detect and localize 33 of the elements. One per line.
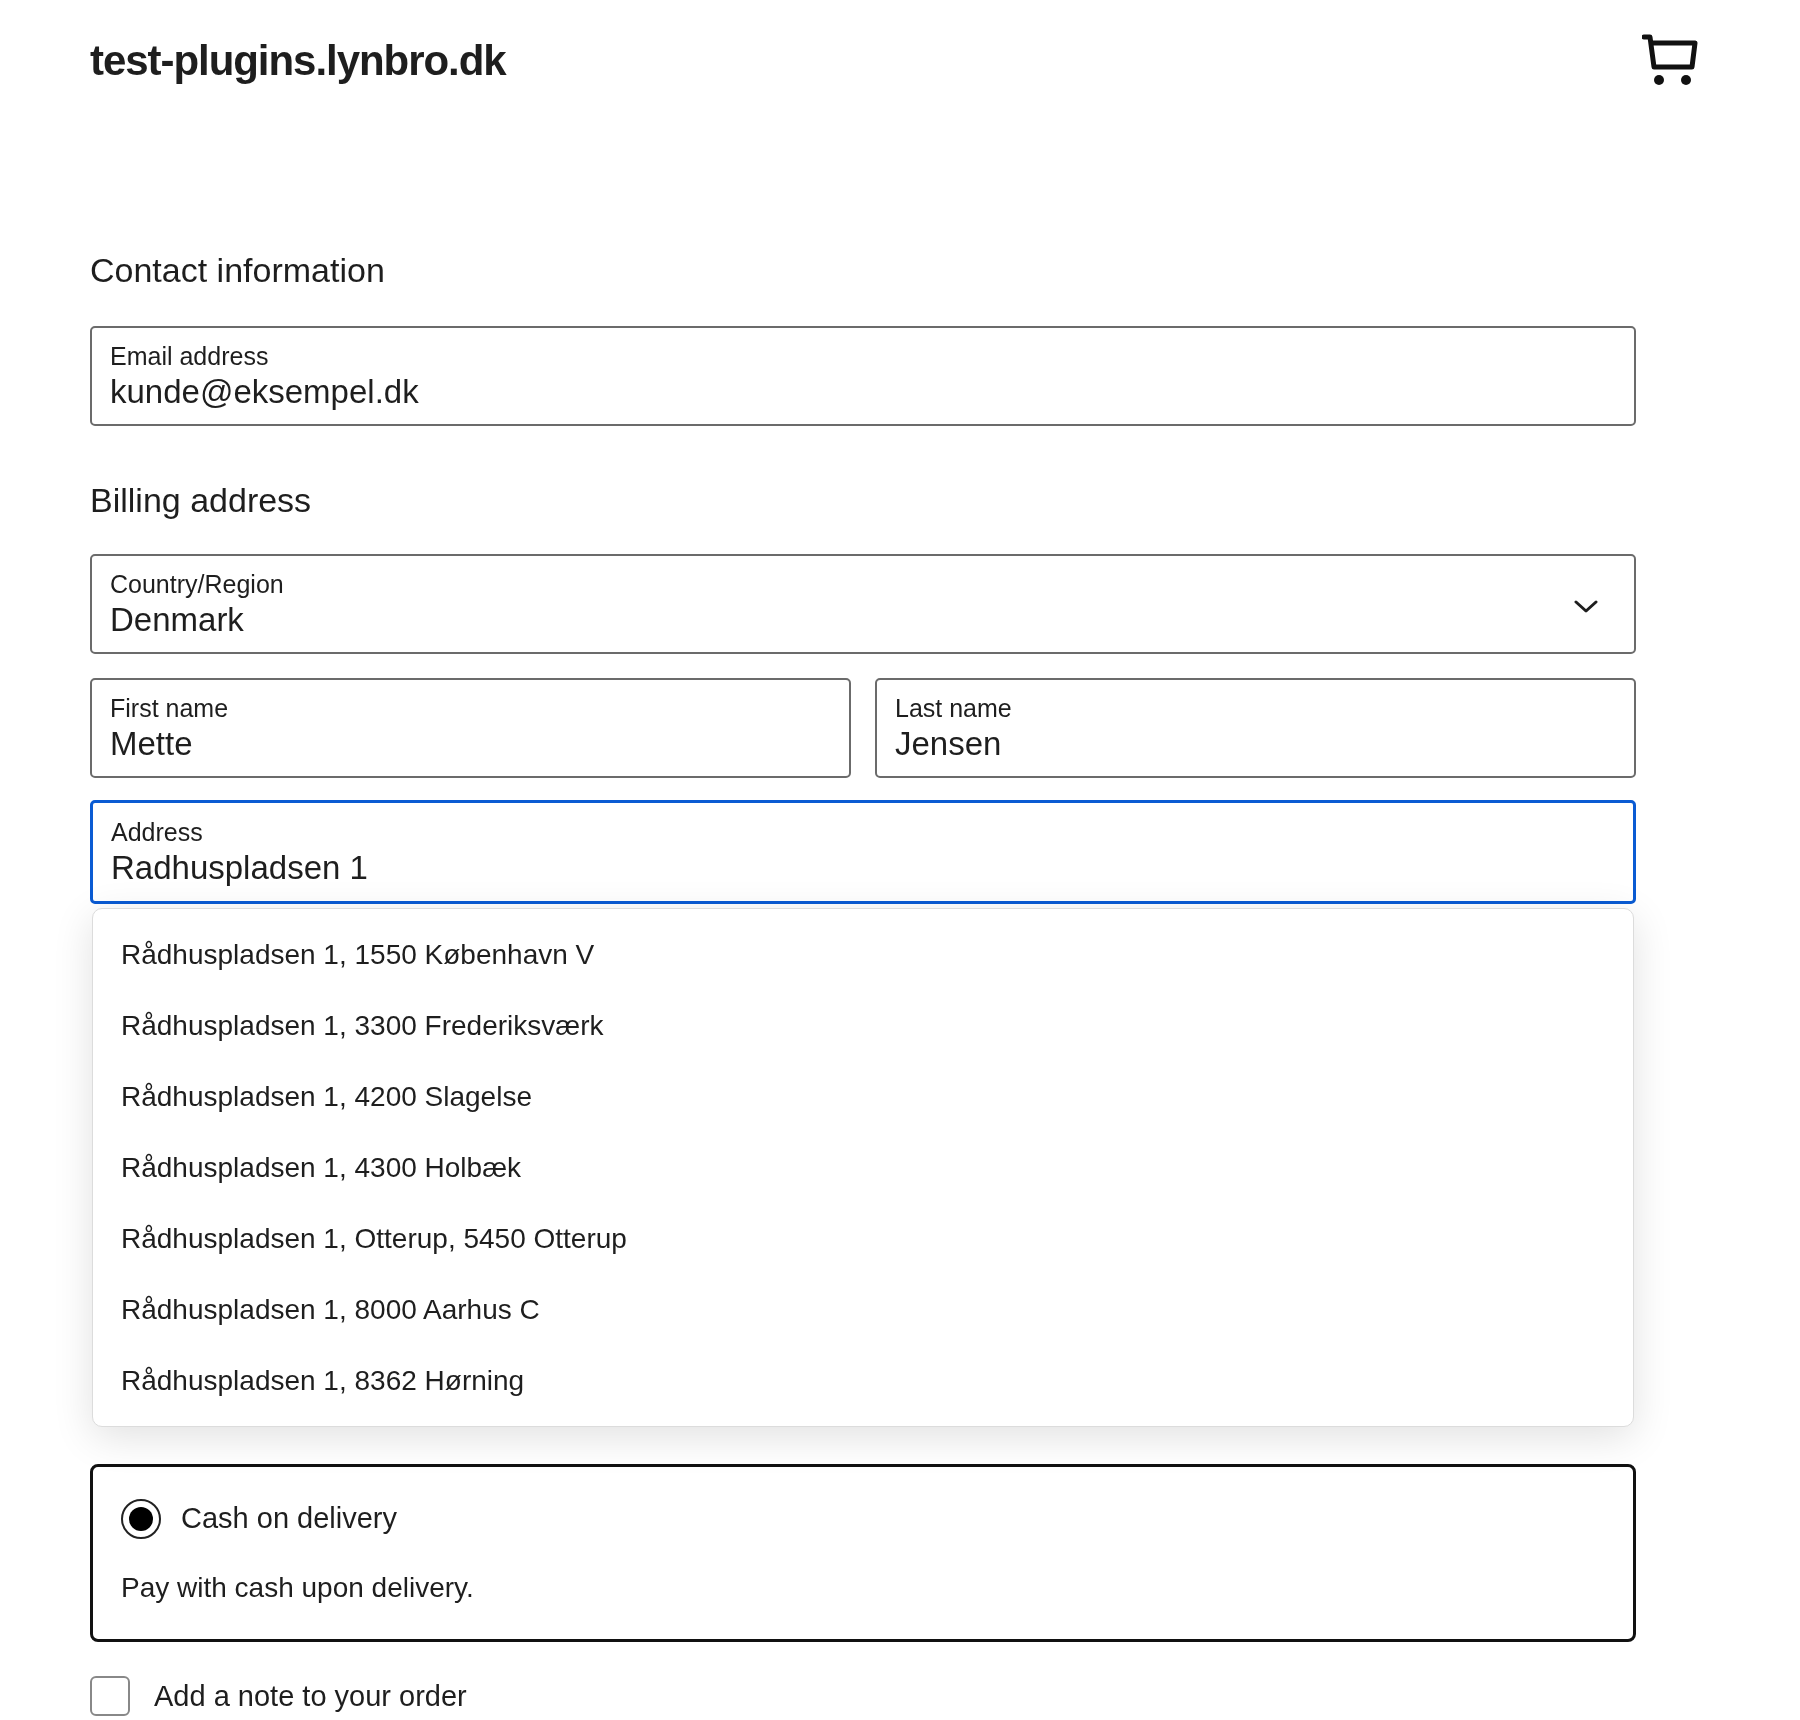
field-label: Last name	[895, 693, 1012, 724]
field-value: Mette	[110, 724, 193, 764]
chevron-down-icon	[1574, 600, 1598, 614]
radio-button[interactable]	[121, 1498, 161, 1539]
field-value: Jensen	[895, 724, 1002, 764]
country-select[interactable]: Country/Region Denmark	[90, 554, 1636, 654]
email-field[interactable]: Email address kunde@eksempel.dk	[90, 326, 1636, 426]
option-label: Cash on delivery	[181, 1501, 397, 1536]
field-label: Address	[111, 817, 203, 848]
section-heading: Billing address	[90, 480, 313, 520]
option-description: Pay with cash upon delivery.	[121, 1570, 475, 1605]
cart-icon[interactable]	[1642, 33, 1700, 87]
suggestion-item[interactable]: Rådhuspladsen 1, 1550 København V	[93, 919, 1633, 990]
suggestion-item[interactable]: Rådhuspladsen 1, 4300 Holbæk	[93, 1132, 1633, 1203]
payment-option[interactable]: Cash on delivery Pay with cash upon delivery.	[90, 1464, 1636, 1642]
section-heading: Contact information	[90, 250, 386, 290]
suggestion-item[interactable]: Rådhuspladsen 1, 3300 Frederiksværk	[93, 990, 1633, 1061]
field-value: kunde@eksempel.dk	[110, 372, 419, 412]
checkbox[interactable]	[90, 1675, 130, 1716]
last-name-field[interactable]: Last name Jensen	[875, 678, 1636, 778]
field-value: Radhuspladsen 1	[111, 848, 368, 888]
address-field[interactable]: Address Radhuspladsen 1	[90, 800, 1636, 904]
suggestion-item[interactable]: Rådhuspladsen 1, 8362 Hørning	[93, 1345, 1633, 1416]
field-label: First name	[110, 693, 229, 724]
site-title[interactable]: test-plugins.lynbro.dk	[90, 28, 506, 92]
field-label: Email address	[110, 341, 269, 372]
suggestion-item[interactable]: Rådhuspladsen 1, 4200 Slagelse	[93, 1061, 1633, 1132]
suggestion-item[interactable]: Rådhuspladsen 1, 8000 Aarhus C	[93, 1274, 1633, 1345]
suggestion-item[interactable]: Rådhuspladsen 1, Otterup, 5450 Otterup	[93, 1203, 1633, 1274]
checkbox-label: Add a note to your order	[154, 1678, 467, 1713]
first-name-field[interactable]: First name Mette	[90, 678, 851, 778]
field-label: Country/Region	[110, 569, 284, 600]
field-value: Denmark	[110, 600, 244, 640]
